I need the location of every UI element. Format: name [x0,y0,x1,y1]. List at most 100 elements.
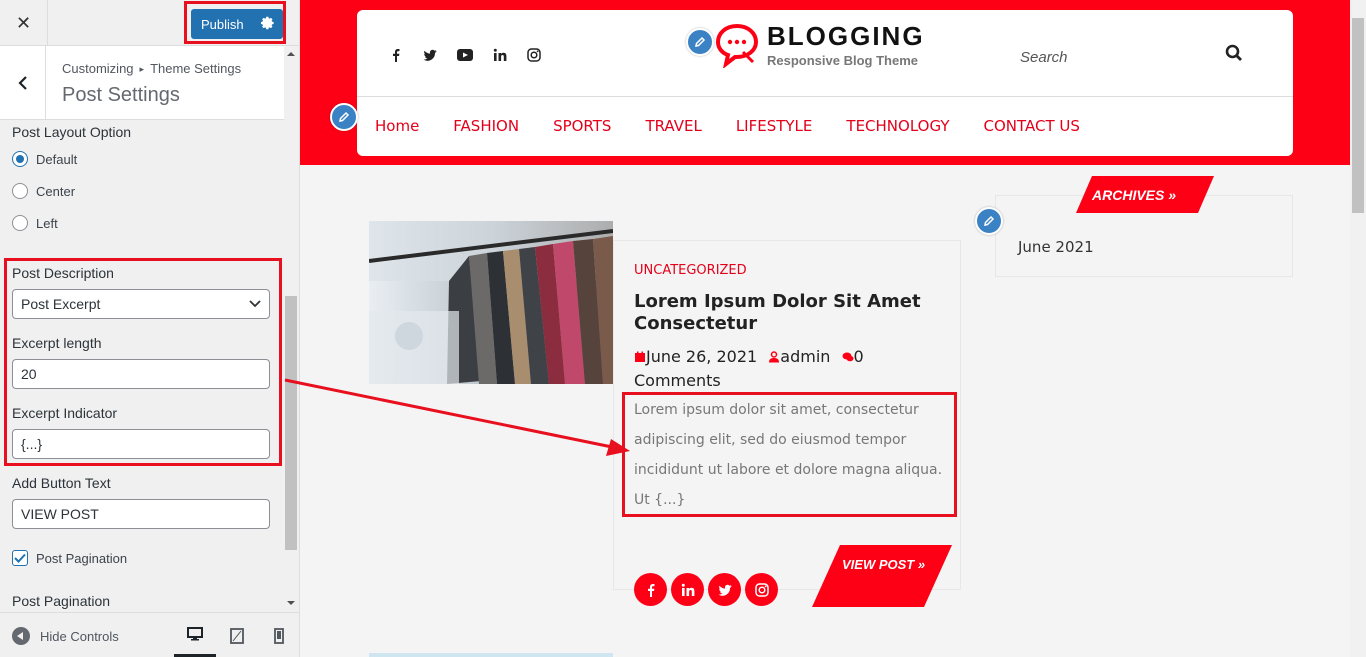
search-icon[interactable] [1225,44,1243,62]
nav-item-home[interactable]: Home [375,117,419,135]
section-title: Post Settings [62,84,180,106]
nav-item-fashion[interactable]: FASHION [453,117,519,135]
customizer-header: ✕ Publish [0,0,299,46]
pagination-checkbox[interactable] [12,550,28,566]
customizer-footer: Hide Controls [0,612,299,657]
mobile-icon [274,627,284,644]
facebook-icon[interactable] [389,48,403,62]
linkedin-icon [681,583,694,596]
nav-item-sports[interactable]: SPORTS [553,117,611,135]
close-customizer-button[interactable]: ✕ [0,0,48,46]
nav-item-technology[interactable]: TECHNOLOGY [846,117,949,135]
post-category[interactable]: UNCATEGORIZED [634,263,747,278]
excerpt-length-title: Excerpt length [12,335,102,351]
header-divider [357,96,1293,97]
excerpt-indicator-title: Excerpt Indicator [12,405,118,421]
share-instagram-button[interactable] [745,573,778,606]
tablet-preview-button[interactable] [216,613,258,657]
edit-logo-pencil-icon[interactable] [686,28,714,56]
radio-default[interactable]: Default [12,151,77,167]
close-icon: ✕ [15,12,32,33]
post-description-title: Post Description [12,265,114,281]
radio-center[interactable]: Center [12,183,75,199]
excerpt-length-input[interactable]: 20 [12,359,270,389]
next-post-thumbnail[interactable] [369,653,613,657]
share-linkedin-button[interactable] [671,573,704,606]
header-social-links [389,48,541,62]
youtube-icon[interactable] [457,49,473,61]
site-header: BLOGGING Responsive Blog Theme Search Ho… [357,10,1293,156]
post-date[interactable]: June 26, 2021 [646,347,757,366]
post-title[interactable]: Lorem Ipsum Dolor Sit Amet Consectetur [634,291,944,335]
customizer-sidebar: ✕ Publish Customizing ▸ Theme Settings Pos… [0,0,300,657]
share-facebook-button[interactable] [634,573,667,606]
post-thumbnail[interactable] [369,221,613,384]
linkedin-icon[interactable] [493,48,507,62]
publish-button[interactable]: Publish [191,9,283,39]
breadcrumb-separator-icon: ▸ [139,64,145,74]
logo-tagline: Responsive Blog Theme [767,52,918,68]
radio-label: Center [36,183,76,199]
site-logo[interactable]: BLOGGING Responsive Blog Theme [713,22,925,68]
desktop-icon [187,626,203,640]
share-twitter-button[interactable] [708,573,741,606]
sidebar-scrollbar-thumb[interactable] [285,296,297,550]
facebook-icon [647,583,654,597]
twitter-icon[interactable] [423,48,437,62]
post-author[interactable]: admin [780,347,830,366]
section-header: Customizing ▸ Theme Settings Post Settings [0,46,284,120]
chevron-down-icon [249,300,261,308]
pagination-checkbox-row[interactable]: Post Pagination [12,550,127,566]
scroll-up-icon[interactable] [286,50,296,58]
breadcrumb: Customizing ▸ Theme Settings [62,61,241,76]
nav-item-contact-us[interactable]: CONTACT US [984,117,1080,135]
pencil-icon [984,215,995,226]
post-description-select[interactable]: Post Excerpt [12,289,270,319]
radio-button[interactable] [12,151,28,167]
gear-icon[interactable] [261,16,275,30]
comments-icon [842,352,854,362]
scroll-down-icon[interactable] [286,599,296,607]
hide-controls-button[interactable]: Hide Controls [12,627,119,645]
check-icon [14,553,26,563]
post-share-links [634,573,778,606]
site-preview: BLOGGING Responsive Blog Theme Search Ho… [300,0,1350,657]
search-input[interactable]: Search [1020,49,1068,66]
controls-panel: Post Layout Option Default Center Left P… [0,120,284,612]
button-text-title: Add Button Text [12,475,111,491]
preview-scrollbar-thumb[interactable] [1352,18,1364,213]
pencil-icon [339,111,350,122]
edit-widget-pencil-icon[interactable] [975,207,1003,235]
pencil-icon [695,36,706,47]
archive-link-june-2021[interactable]: June 2021 [1018,238,1094,256]
mobile-preview-button[interactable] [258,613,299,657]
breadcrumb-section: Theme Settings [150,61,242,76]
hide-controls-label: Hide Controls [40,628,119,644]
radio-left[interactable]: Left [12,215,58,231]
desktop-preview-button[interactable] [174,613,216,657]
archives-title: ARCHIVES » [1092,187,1177,203]
instagram-icon [754,582,769,597]
twitter-icon [718,584,731,596]
radio-button[interactable] [12,215,28,231]
nav-item-lifestyle[interactable]: LIFESTYLE [736,117,813,135]
nav-item-travel[interactable]: TRAVEL [645,117,701,135]
back-button[interactable] [0,46,46,120]
chevron-left-icon [17,76,27,90]
calendar-icon [635,351,645,362]
view-post-label[interactable]: VIEW POST » [842,555,932,575]
collapse-icon [12,627,30,645]
main-navigation: Home FASHION SPORTS TRAVEL LIFESTYLE TEC… [375,117,1080,135]
button-text-input[interactable]: VIEW POST [12,499,270,529]
edit-menu-pencil-icon[interactable] [330,103,358,131]
post-meta: June 26, 2021 admin 0 Comments [634,345,934,393]
select-value: Post Excerpt [21,296,101,312]
excerpt-indicator-input[interactable]: {...} [12,429,270,459]
radio-button[interactable] [12,183,28,199]
pagination-title: Post Pagination [12,593,111,609]
radio-label: Default [36,151,78,167]
chat-bubble-logo-icon [715,23,759,68]
logo-title: BLOGGING [767,20,925,51]
instagram-icon[interactable] [527,48,541,62]
tablet-icon [230,627,244,644]
